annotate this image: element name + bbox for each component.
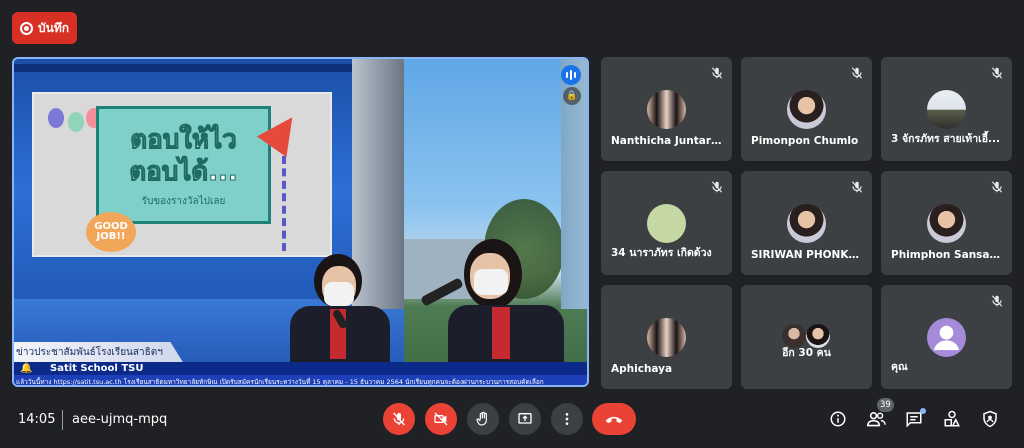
info-icon: [830, 411, 846, 427]
presenter-shirt: [492, 307, 510, 359]
dashed-decoration: [282, 156, 292, 251]
record-label: บันทึก: [38, 20, 69, 35]
camera-toggle-button[interactable]: [425, 403, 457, 435]
slide-title-line2: ตอบได้...: [129, 157, 239, 188]
activities-button[interactable]: [941, 408, 963, 430]
participant-name: SIRIWAN PHONKA...: [751, 249, 866, 261]
mic-off-icon: [991, 181, 1003, 193]
presentation-slide: ตอบให้ไว ตอบได้... รับของรางวัลไปเลย GOO…: [32, 92, 332, 257]
mic-off-icon: [991, 67, 1003, 79]
present-button[interactable]: [509, 403, 541, 435]
participant-avatar: [927, 90, 966, 129]
mic-toggle-button[interactable]: [383, 403, 415, 435]
meeting-code[interactable]: aee-ujmq-mpq: [72, 412, 167, 427]
good-job-badge: GOOD JOB!!: [86, 212, 136, 252]
participant-tile[interactable]: Pimonpon Chumlo: [741, 57, 872, 161]
people-icon: [866, 412, 886, 427]
participant-name: Aphichaya: [611, 363, 673, 375]
participant-tile[interactable]: 34 นาราภัทร เกิดด้วง: [601, 171, 732, 275]
meeting-time: 14:05: [18, 412, 56, 427]
participant-avatar: [927, 204, 966, 243]
host-controls-icon: [983, 410, 997, 428]
camera-off-icon: [434, 412, 448, 426]
participant-avatar: [647, 204, 686, 243]
studio-stripe: [14, 64, 354, 72]
divider: [62, 410, 63, 430]
record-icon: [20, 21, 33, 35]
pin-icon[interactable]: 🔒: [563, 87, 581, 105]
end-call-button[interactable]: [592, 403, 636, 435]
participant-name: 3 จักรภัทร สายเท้าเอี้...: [891, 133, 1000, 145]
more-options-icon: [565, 413, 569, 425]
participant-name: คุณ: [891, 361, 908, 373]
balloon-icon: [48, 108, 64, 128]
news-label: ข่าวประชาสัมพันธ์โรงเรียนสาธิตฯ: [14, 342, 184, 364]
raise-hand-button[interactable]: [467, 403, 499, 435]
presenter-left: [284, 254, 394, 369]
participant-avatar: [787, 204, 826, 243]
participant-name: 34 นาราภัทร เกิดด้วง: [611, 247, 712, 259]
meet-window: บันทึก ตอบให้ไว ตอบได้... รับของรางวัลไป…: [0, 0, 1024, 448]
participant-name: Nanthicha Juntara...: [611, 135, 726, 147]
mic-off-icon: [991, 295, 1003, 307]
host-controls-button[interactable]: [979, 408, 1001, 430]
record-button[interactable]: บันทึก: [12, 12, 77, 44]
speaking-indicator-icon: [561, 65, 581, 85]
participant-tile[interactable]: อีก 30 คน: [741, 285, 872, 389]
participant-name: Phimphon Sansawek: [891, 249, 1006, 261]
end-call-icon: [605, 416, 623, 424]
mic-off-icon: [393, 412, 405, 426]
participant-tile[interactable]: Aphichaya: [601, 285, 732, 389]
balloon-icon: [68, 112, 84, 132]
participant-tile[interactable]: คุณ: [881, 285, 1012, 389]
participant-avatar: [927, 318, 966, 357]
participant-tile[interactable]: Phimphon Sansawek: [881, 171, 1012, 275]
main-speaker-tile[interactable]: ตอบให้ไว ตอบได้... รับของรางวัลไปเลย GOO…: [12, 57, 589, 387]
bell-icon: 🔔: [20, 363, 33, 374]
slide-frame: ตอบให้ไว ตอบได้... รับของรางวัลไปเลย: [96, 106, 271, 224]
meeting-details-button[interactable]: [827, 408, 849, 430]
participant-name: Pimonpon Chumlo: [751, 135, 859, 147]
participant-avatar: [787, 90, 826, 129]
presenter-right: [420, 239, 574, 369]
face-mask: [324, 282, 354, 306]
activities-icon: [944, 410, 960, 427]
participant-tile[interactable]: 3 จักรภัทร สายเท้าเอี้...: [881, 57, 1012, 161]
present-icon: [518, 413, 532, 424]
news-ticker: แล้ววันนี้ทาง https://satit.tsu.ac.th โร…: [14, 375, 587, 385]
chat-notification-dot: [920, 408, 926, 414]
face-mask: [474, 269, 508, 295]
school-name: Satit School TSU: [50, 363, 144, 374]
participant-tile[interactable]: SIRIWAN PHONKA...: [741, 171, 872, 275]
mic-off-icon: [851, 67, 863, 79]
raise-hand-icon: [476, 411, 487, 426]
mic-off-icon: [851, 181, 863, 193]
more-options-button[interactable]: [551, 403, 583, 435]
participant-tile[interactable]: Nanthicha Juntara...: [601, 57, 732, 161]
video-feed: ตอบให้ไว ตอบได้... รับของรางวัลไปเลย GOO…: [14, 59, 587, 385]
bottom-toolbar: 14:05 aee-ujmq-mpq 39: [0, 398, 1024, 444]
participant-count-badge: 39: [877, 398, 894, 412]
mic-off-icon: [711, 181, 723, 193]
participant-avatar: [647, 318, 686, 357]
participant-avatar: [647, 90, 686, 129]
slide-subtitle: รับของรางวัลไปเลย: [141, 196, 226, 207]
person-icon: [933, 325, 960, 351]
mic-off-icon: [711, 67, 723, 79]
participant-name: อีก 30 คน: [782, 347, 831, 359]
